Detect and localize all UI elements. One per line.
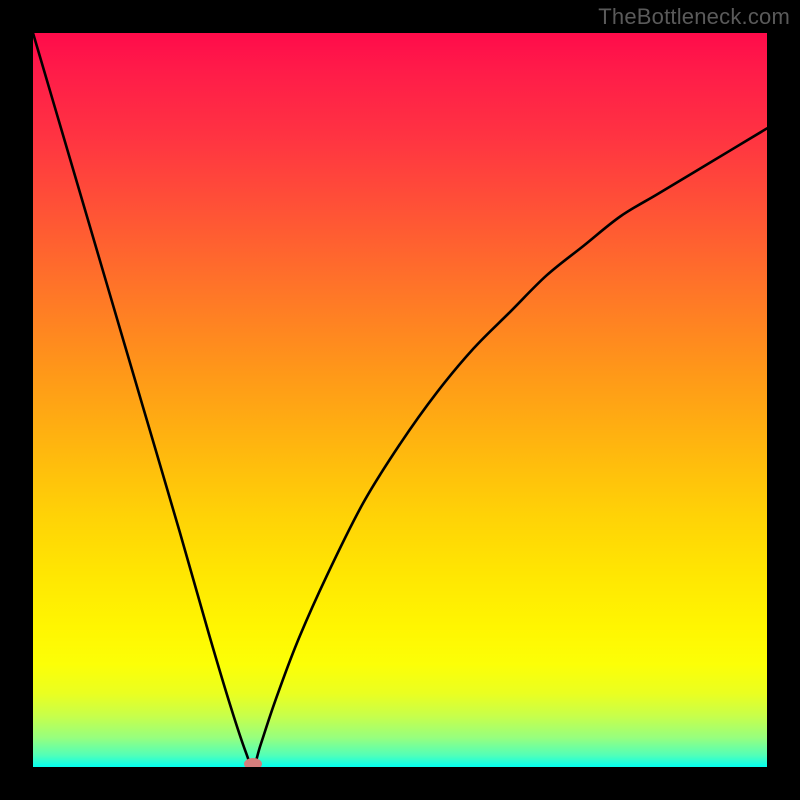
minimum-marker [244, 758, 262, 767]
plot-area [33, 33, 767, 767]
watermark-text: TheBottleneck.com [598, 4, 790, 30]
chart-frame: TheBottleneck.com [0, 0, 800, 800]
bottleneck-curve [33, 33, 767, 767]
